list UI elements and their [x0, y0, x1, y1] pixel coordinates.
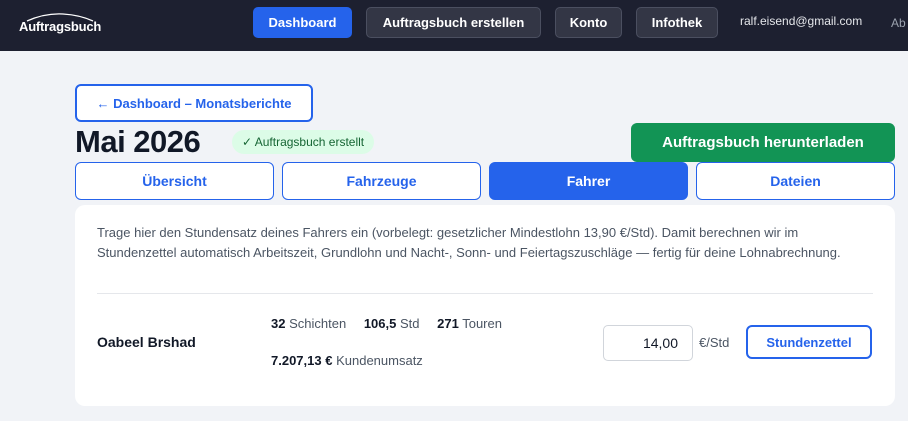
user-email: ralf.eisend@gmail.com: [740, 14, 863, 28]
driver-card: Trage hier den Stundensatz deines Fahrer…: [75, 205, 895, 406]
revenue-value: 7.207,13 €: [271, 353, 333, 368]
timesheet-button[interactable]: Stundenzettel: [746, 325, 872, 359]
nav-konto-button[interactable]: Konto: [555, 7, 622, 38]
back-to-dashboard-button[interactable]: ← Dashboard – Monatsberichte: [75, 84, 313, 122]
download-auftragsbuch-button[interactable]: Auftragsbuch herunterladen: [631, 123, 895, 162]
shifts-label: Schichten: [289, 316, 347, 331]
top-navigation-bar: Auftragsbuch Dashboard Auftragsbuch erst…: [0, 0, 908, 51]
info-text: Trage hier den Stundensatz deines Fahrer…: [97, 225, 841, 260]
tab-uebersicht[interactable]: Übersicht: [75, 162, 274, 200]
logo[interactable]: Auftragsbuch: [19, 12, 109, 36]
nav-dashboard-button[interactable]: Dashboard: [253, 7, 352, 38]
tours-label: Touren: [462, 316, 502, 331]
hours-label: Std: [399, 316, 420, 331]
hours-value: 106,5: [363, 316, 397, 331]
page-title: Mai 2026: [75, 124, 201, 159]
rate-unit: €/Std: [699, 335, 730, 350]
hourly-rate-input[interactable]: [603, 325, 693, 361]
logout-link[interactable]: Ab: [891, 16, 906, 30]
driver-stats: 32 Schichten 106,5 Std 271 Touren: [271, 316, 502, 331]
tab-fahrer[interactable]: Fahrer: [489, 162, 688, 200]
nav-infothek-button[interactable]: Infothek: [636, 7, 718, 38]
logo-text: Auftragsbuch: [19, 19, 102, 34]
driver-name: Oabeel Brshad: [97, 334, 196, 350]
tab-fahrzeuge[interactable]: Fahrzeuge: [282, 162, 481, 200]
tours-value: 271: [437, 316, 459, 331]
revenue-label: Kundenumsatz: [336, 353, 423, 368]
divider: [97, 293, 873, 294]
tab-dateien[interactable]: Dateien: [696, 162, 895, 200]
status-badge: ✓ Auftragsbuch erstellt: [232, 130, 375, 154]
nav-create-auftragsbuch-button[interactable]: Auftragsbuch erstellen: [366, 7, 541, 38]
shifts-value: 32: [271, 316, 286, 331]
driver-revenue: 7.207,13 € Kundenumsatz: [271, 353, 423, 368]
